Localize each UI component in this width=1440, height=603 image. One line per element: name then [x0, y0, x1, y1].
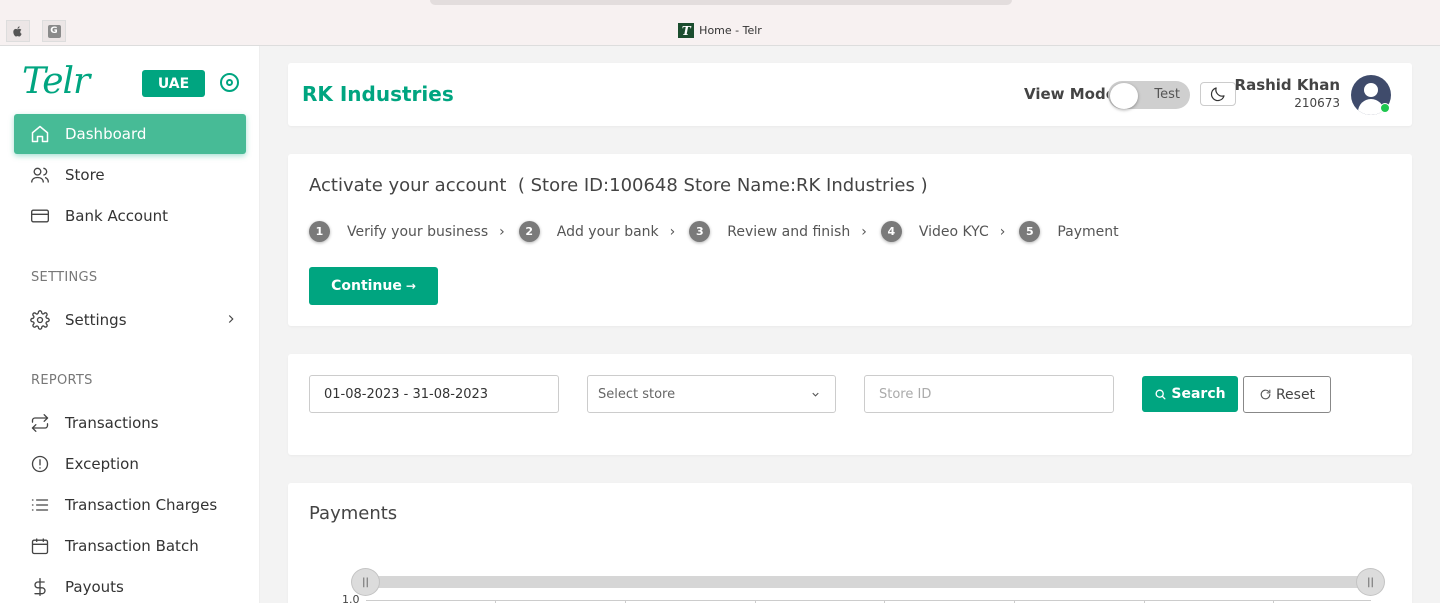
browser-chrome: G T Home - Telr: [0, 0, 1440, 46]
chevron-right-icon: ›: [861, 223, 867, 240]
sidebar-item-label: Transaction Charges: [65, 496, 218, 514]
step-number: 3: [689, 221, 711, 242]
sidebar-item-exception[interactable]: Exception: [14, 444, 246, 484]
sidebar-item-bank-account[interactable]: Bank Account: [14, 196, 246, 236]
user-id: 210673: [1294, 96, 1340, 110]
section-label-reports: REPORTS: [31, 373, 93, 388]
sidebar-item-dashboard[interactable]: Dashboard: [14, 114, 246, 154]
activate-account-card: Activate your account ( Store ID:100648 …: [288, 154, 1412, 326]
sidebar-item-label: Settings: [65, 311, 127, 329]
toggle-text: Test: [1154, 87, 1180, 102]
avatar-head: [1364, 83, 1378, 97]
search-icon: [1155, 388, 1166, 400]
step-number: 4: [880, 221, 902, 242]
step-label-add-bank[interactable]: Add your bank: [557, 224, 659, 240]
telr-logo[interactable]: Telr: [22, 64, 90, 100]
sidebar-item-label: Transactions: [65, 414, 159, 432]
chart-axis-line: [366, 600, 1371, 601]
step-label-video-kyc[interactable]: Video KYC: [919, 224, 989, 240]
company-name: RK Industries: [302, 82, 454, 106]
view-mode-label: View Mode: [1024, 85, 1116, 103]
target-icon[interactable]: [220, 73, 239, 92]
toggle-knob: [1110, 83, 1138, 109]
credit-card-icon: [31, 209, 49, 223]
step-label-payment[interactable]: Payment: [1057, 224, 1118, 240]
list-icon: [31, 499, 49, 511]
activate-title: Activate your account ( Store ID:100648 …: [309, 175, 928, 196]
activation-steps: 1 Verify your business › 2 Add your bank…: [309, 221, 1119, 242]
range-handle-left[interactable]: ||: [351, 568, 380, 596]
step-number: 1: [309, 221, 330, 242]
store-id-input[interactable]: Store ID: [864, 375, 1114, 413]
refresh-icon: [1260, 389, 1271, 400]
sidebar-item-label: Payouts: [65, 578, 124, 596]
chevron-right-icon: ›: [999, 223, 1006, 240]
continue-label: Continue: [331, 278, 402, 294]
store-select[interactable]: Select store: [587, 375, 836, 413]
user-name[interactable]: Rashid Khan: [1235, 76, 1340, 94]
step-number: 5: [1019, 221, 1041, 242]
alert-circle-icon: [31, 455, 49, 473]
dollar-icon: [34, 578, 46, 596]
tab-title: T Home - Telr: [0, 23, 1440, 38]
home-icon: [31, 125, 49, 143]
search-label: Search: [1171, 386, 1226, 402]
sidebar-item-transaction-batch[interactable]: Transaction Batch: [14, 526, 246, 566]
sidebar-item-label: Transaction Batch: [65, 537, 199, 555]
swap-icon: [31, 414, 49, 432]
top-header: RK Industries View Mode Test Rashid Khan…: [288, 63, 1412, 126]
chevron-down-icon: [812, 392, 819, 397]
payments-title: Payments: [309, 503, 398, 524]
range-handle-right[interactable]: ||: [1356, 568, 1385, 596]
view-mode-toggle[interactable]: Test: [1108, 81, 1190, 109]
chevron-right-icon: ›: [669, 223, 676, 240]
section-label-settings: SETTINGS: [31, 270, 98, 285]
step-number: 2: [518, 221, 540, 242]
continue-button[interactable]: Continue →: [309, 267, 438, 305]
dark-mode-button[interactable]: [1200, 82, 1236, 106]
step-label-review-finish[interactable]: Review and finish: [727, 224, 850, 240]
reset-button[interactable]: Reset: [1243, 376, 1331, 413]
moon-icon: [1210, 87, 1225, 102]
telr-favicon-icon: T: [678, 23, 695, 38]
sidebar-item-label: Exception: [65, 455, 139, 473]
step-label-verify-business[interactable]: Verify your business: [347, 224, 488, 240]
sidebar-item-store[interactable]: Store: [14, 155, 246, 195]
search-button[interactable]: Search: [1142, 376, 1238, 412]
sidebar-item-label: Dashboard: [65, 125, 147, 143]
online-status-dot: [1380, 103, 1390, 113]
url-bar[interactable]: [430, 0, 1012, 5]
sidebar-item-settings[interactable]: Settings: [14, 300, 246, 340]
reset-label: Reset: [1275, 386, 1316, 403]
arrow-right-icon: →: [405, 279, 416, 293]
sidebar-item-transactions[interactable]: Transactions: [14, 403, 246, 443]
store-select-placeholder: Select store: [598, 386, 676, 402]
sidebar-item-transaction-charges[interactable]: Transaction Charges: [14, 485, 246, 525]
sidebar-item-label: Store: [65, 166, 105, 184]
chevron-right-icon: ›: [499, 223, 505, 240]
sidebar-item-payouts[interactable]: Payouts: [14, 567, 246, 603]
sidebar: Telr UAE Dashboard Store Bank Account SE…: [0, 46, 260, 603]
region-badge[interactable]: UAE: [142, 70, 205, 97]
date-range-input[interactable]: 01-08-2023 - 31-08-2023: [309, 375, 559, 413]
gear-icon: [30, 310, 50, 330]
calendar-icon: [31, 538, 49, 555]
sidebar-item-label: Bank Account: [65, 207, 169, 225]
payments-card: Payments || || 1.0: [288, 483, 1412, 603]
tab-title-text: Home - Telr: [699, 24, 762, 37]
range-slider-track[interactable]: [366, 576, 1371, 588]
filter-card: 01-08-2023 - 31-08-2023 Select store Sto…: [288, 354, 1412, 455]
users-icon: [31, 167, 49, 183]
y-axis-tick-label: 1.0: [342, 593, 360, 603]
chevron-right-icon: [228, 315, 234, 323]
